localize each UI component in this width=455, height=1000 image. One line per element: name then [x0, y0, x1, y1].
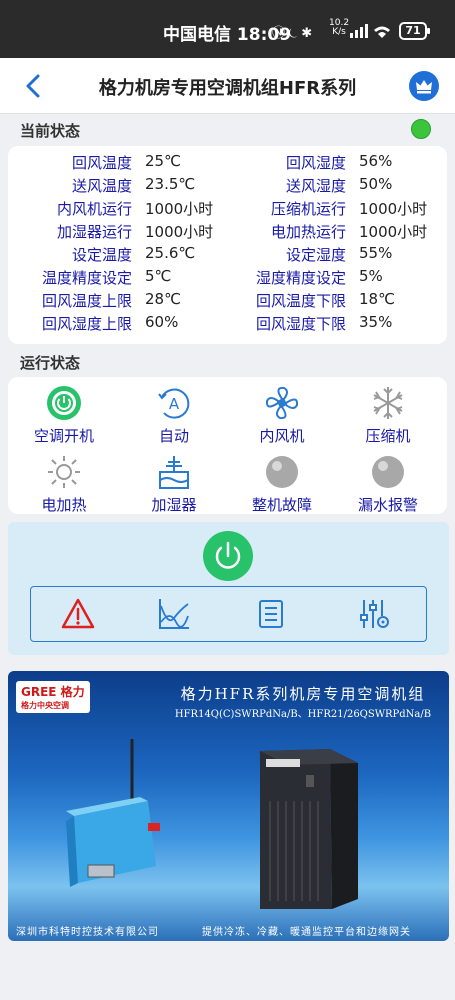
- status-param-label: 回风温度: [71, 154, 132, 172]
- svg-text:A: A: [169, 395, 180, 413]
- banner-models: HFR14Q(C)SWRPdNa/B、HFR21/26QSWRPdNa/B: [174, 709, 432, 720]
- status-param-label: 设定温度: [71, 246, 132, 264]
- run-status-heading: 运行状态: [20, 354, 81, 372]
- run-status-item: 整机故障: [232, 454, 332, 515]
- status-param-value: 60%: [145, 313, 179, 331]
- run-status-label: 空调开机: [33, 427, 94, 445]
- power-icon: [215, 541, 241, 569]
- status-param-label: 回风湿度下限: [255, 315, 346, 333]
- status-param-label: 内风机运行: [56, 200, 132, 218]
- status-param-label: 回风温度下限: [255, 292, 346, 310]
- run-status-item: 漏水报警: [338, 454, 438, 515]
- system-status-bar: 中国电信 18:09 Ⓝ⏾✱ 10.2 K/s 71: [0, 0, 455, 58]
- product-banner[interactable]: GREE 格力 格力中央空调 格力HFR系列机房专用空调机组 HFR14Q(C)…: [8, 671, 449, 941]
- status-param-label: 设定湿度: [285, 246, 346, 264]
- settings-sliders-icon[interactable]: [356, 596, 392, 632]
- status-param-value: 23.5℃: [145, 175, 196, 193]
- status-param-label: 回风温度上限: [41, 292, 132, 310]
- run-status-item: 空调开机: [14, 385, 114, 446]
- humidifier-icon: [159, 456, 189, 489]
- run-status-item: 加湿器: [124, 454, 224, 515]
- status-param-value: 5%: [359, 267, 383, 285]
- alarm-warning-icon[interactable]: [60, 596, 96, 632]
- status-param-value: 5℃: [145, 267, 172, 285]
- run-status-label: 电加热: [41, 496, 87, 514]
- signal-icon: [350, 24, 390, 38]
- status-icons: Ⓝ⏾✱: [272, 26, 316, 41]
- banner-footer-service: 提供冷冻、冷藏、暖通监控平台和边缘网关: [202, 927, 411, 938]
- run-status-label: 整机故障: [251, 496, 312, 514]
- run-status-label: 压缩机: [365, 427, 411, 445]
- status-param-value: 50%: [359, 175, 393, 193]
- crown-icon: [416, 80, 432, 94]
- status-param-value: 28℃: [145, 290, 181, 308]
- status-param-value: 25.6℃: [145, 244, 196, 262]
- current-status-heading: 当前状态: [20, 122, 81, 140]
- status-param-value: 56%: [359, 152, 393, 170]
- status-param-value: 1000小时: [359, 200, 428, 218]
- status-param-value: 1000小时: [359, 223, 428, 241]
- status-param-value: 35%: [359, 313, 393, 331]
- status-param-value: 18℃: [359, 290, 395, 308]
- run-status-item: 内风机: [232, 385, 332, 446]
- run-status-card: 空调开机 A 自动 内风机 压缩机电加热 加湿器 整机故障 漏水报警: [8, 377, 447, 514]
- status-param-label: 送风湿度: [285, 177, 346, 195]
- status-param-label: 电加热运行: [270, 223, 346, 241]
- crown-vip-button[interactable]: [409, 71, 439, 101]
- page-title: 格力机房专用空调机组HFR系列: [98, 78, 357, 99]
- banner-title: 格力HFR系列机房专用空调机组: [180, 685, 426, 703]
- leak-alarm-indicator-icon: [372, 456, 404, 488]
- status-param-value: 25℃: [145, 152, 181, 170]
- run-status-label: 内风机: [259, 427, 305, 445]
- status-param-label: 送风温度: [71, 177, 132, 195]
- status-param-label: 加湿器运行: [56, 223, 132, 241]
- air-conditioner-cabinet-illustration: [260, 749, 358, 909]
- banner-footer-company: 深圳市科特时控技术有限公司: [16, 927, 159, 938]
- status-param-label: 温度精度设定: [41, 269, 132, 287]
- gateway-device-illustration: [66, 739, 160, 887]
- status-param-value: 55%: [359, 244, 393, 262]
- network-speed: 10.2 K/s: [329, 18, 350, 37]
- run-status-label: 加湿器: [151, 496, 197, 514]
- heater-sun-icon: [48, 456, 80, 488]
- run-status-item: A 自动: [124, 385, 224, 446]
- power-button[interactable]: [203, 531, 253, 581]
- fault-indicator-icon: [266, 456, 298, 488]
- fan-icon: [265, 386, 299, 420]
- current-status-card: 回风温度 25℃ 回风湿度 56% 送风温度 23.5℃ 送风湿度 50% 内风机运行 1000小…: [8, 146, 447, 344]
- status-param-label: 湿度精度设定: [255, 269, 346, 287]
- status-param-label: 回风湿度上限: [41, 315, 132, 333]
- status-param-value: 1000小时: [145, 200, 214, 218]
- battery-indicator: 71: [399, 22, 430, 40]
- auto-mode-icon: A: [158, 388, 190, 419]
- power-on-icon: [47, 386, 81, 420]
- run-status-item: 电加热: [14, 454, 114, 515]
- online-status-indicator: [411, 119, 431, 139]
- list-document-icon[interactable]: [253, 596, 289, 632]
- run-status-label: 自动: [158, 427, 189, 445]
- gree-logo: GREE 格力 格力中央空调: [16, 681, 90, 713]
- trend-chart-icon[interactable]: [156, 596, 192, 632]
- run-status-item: 压缩机: [338, 385, 438, 446]
- app-header: 格力机房专用空调机组HFR系列: [0, 58, 455, 114]
- snowflake-icon: [373, 387, 403, 419]
- status-param-value: 1000小时: [145, 223, 214, 241]
- run-status-label: 漏水报警: [357, 496, 418, 514]
- status-param-label: 压缩机运行: [270, 200, 346, 218]
- status-param-label: 回风湿度: [285, 154, 346, 172]
